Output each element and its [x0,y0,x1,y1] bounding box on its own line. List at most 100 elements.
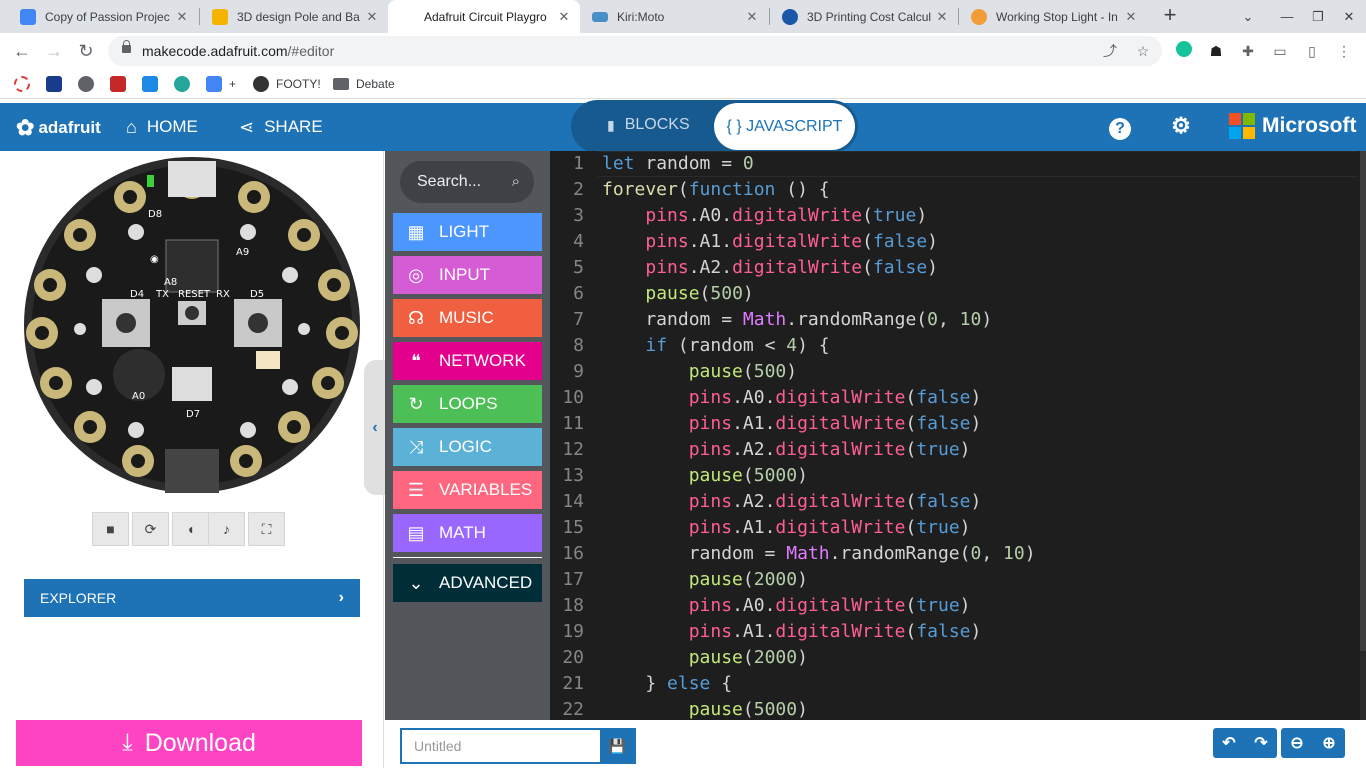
adafruit-logo[interactable]: ✿ adafruit [16,113,101,143]
code-line[interactable]: random = Math.randomRange(0, 10) [602,307,992,333]
zoom-in-icon[interactable]: ⊕ [1313,728,1345,758]
restore-icon[interactable]: ❐ [1301,0,1335,33]
menu-icon[interactable]: ⋮ [1334,41,1354,61]
category-input[interactable]: ◎ INPUT [393,256,542,294]
code-line[interactable]: forever(function () { [602,177,830,203]
forward-icon[interactable]: → [42,39,66,63]
restart-icon[interactable]: ⟳ [132,512,169,546]
share-icon[interactable]: ⤴ [1101,42,1119,60]
download-button[interactable]: ⤓ Download [16,720,362,766]
category-light[interactable]: ▦ LIGHT [393,213,542,251]
close-icon[interactable]: ✕ [1123,9,1139,25]
close-icon[interactable]: ✕ [174,9,190,25]
bookmark-folder-debate[interactable]: Debate [333,76,395,92]
redo-icon[interactable]: ↷ [1245,728,1277,758]
close-window-icon[interactable]: ✕ [1332,0,1366,33]
code-line[interactable]: pins.A0.digitalWrite(true) [602,593,971,619]
bookmark-item[interactable] [110,76,133,92]
code-line[interactable]: if (random < 4) { [602,333,829,359]
code-line[interactable]: pause(500) [602,359,797,385]
browser-tab[interactable]: Copy of Passion Projec ✕ [8,0,198,33]
category-math[interactable]: ▤ MATH [393,514,542,552]
reload-icon[interactable]: ↻ [74,39,98,63]
category-variables[interactable]: ☰ VARIABLES [393,471,542,509]
code-line[interactable]: pause(5000) [602,463,808,489]
bookmark-item[interactable] [14,76,37,92]
back-icon[interactable]: ← [10,39,34,63]
blocks-tab[interactable]: ▮ BLOCKS [607,116,690,134]
undo-icon[interactable]: ↶ [1213,728,1245,758]
tab-search-icon[interactable]: ⌄ [1231,0,1265,33]
editor-scrollbar[interactable] [1360,151,1366,720]
browser-tab[interactable]: Working Stop Light - In ✕ [959,0,1147,33]
close-icon[interactable]: ✕ [364,9,380,25]
browser-tab[interactable]: 3D design Pole and Ba ✕ [200,0,388,33]
code-line[interactable]: pins.A0.digitalWrite(true) [602,203,927,229]
code-line[interactable]: pause(2000) [602,567,808,593]
grammarly-icon[interactable] [1174,41,1194,61]
code-line[interactable]: pause(2000) [602,645,808,671]
browser-tab[interactable]: 3D Printing Cost Calcul ✕ [770,0,958,33]
omnibox[interactable]: makecode.adafruit.com/#editor ⤴ ☆ [108,36,1162,66]
code-line[interactable]: pins.A2.digitalWrite(false) [602,255,938,281]
cast-icon[interactable]: ▭ [1270,41,1290,61]
volume-icon[interactable]: ♪ [208,512,245,546]
category-advanced[interactable]: ⌄ ADVANCED [393,564,542,602]
toolbox: Search... ⌕ ▦ LIGHT ◎ INPUT ☊ MUSIC ❝ NETWOR… [385,151,550,720]
code-line[interactable]: pins.A1.digitalWrite(false) [602,229,938,255]
code-line[interactable]: pins.A2.digitalWrite(true) [602,437,971,463]
code-line[interactable]: pins.A0.digitalWrite(false) [602,385,982,411]
code-line[interactable]: pause(500) [602,281,753,307]
category-music[interactable]: ☊ MUSIC [393,299,542,337]
bookmark-item[interactable] [142,76,165,92]
zoom-out-icon[interactable]: ⊖ [1281,728,1313,758]
close-icon[interactable]: ✕ [556,9,572,25]
bookmark-item[interactable] [206,76,229,92]
code-line[interactable]: random = Math.randomRange(0, 10) [602,541,1036,567]
code-line[interactable]: pins.A1.digitalWrite(false) [602,411,982,437]
share-button[interactable]: ⋖ SHARE [239,115,323,139]
code-line[interactable]: } else { [602,671,732,697]
circuit-playground-board[interactable]: ◉ A9 D4 TX RESET RX D5 A8 D8 A0 D7 [24,157,360,493]
settings-gear-icon[interactable]: ⚙ [1169,114,1193,138]
help-icon[interactable]: ? [1108,114,1132,140]
bookmark-footy[interactable]: FOOTY! [253,76,321,92]
save-icon[interactable]: 💾 [600,730,634,762]
explorer-button[interactable]: EXPLORER › [24,579,360,617]
code-line[interactable]: pause(5000) [602,697,808,720]
code-line[interactable]: let random = 0 [602,151,754,177]
collapse-simulator-button[interactable]: ‹ [364,360,386,495]
bookmark-star-icon[interactable]: ☆ [1134,42,1152,60]
bookmark-item[interactable] [78,76,101,92]
code-line[interactable]: pins.A2.digitalWrite(false) [602,489,982,515]
javascript-tab[interactable]: { } JAVASCRIPT [714,103,855,150]
code-line[interactable]: pins.A1.digitalWrite(true) [602,515,971,541]
code-line[interactable]: pins.A1.digitalWrite(false) [602,619,982,645]
browser-tab[interactable]: Kiri:Moto ✕ [580,0,768,33]
new-tab-icon[interactable]: + [1158,4,1182,28]
svg-text:D7: D7 [186,409,200,420]
bookmark-item[interactable] [46,76,69,92]
slow-motion-icon[interactable]: ◖ [172,512,209,546]
close-icon[interactable]: ✕ [934,9,950,25]
extensions-puzzle-icon[interactable]: ✚ [1238,41,1258,61]
category-logic[interactable]: ⤨ LOGIC [393,428,542,466]
extension-icon[interactable]: ☗ [1206,41,1226,61]
url-text[interactable]: makecode.adafruit.com/#editor [142,43,334,59]
side-panel-icon[interactable]: ▯ [1302,41,1322,61]
simulator-controls: ■ ⟳ ◖ [92,512,209,546]
close-icon[interactable]: ✕ [744,9,760,25]
category-loops[interactable]: ↻ LOOPS [393,385,542,423]
code-editor[interactable]: 1 let random = 0 2 forever(function () {3 p… [550,151,1366,720]
bookmark-item[interactable] [174,76,197,92]
minimize-icon[interactable]: — [1270,0,1304,33]
category-network[interactable]: ❝ NETWORK [393,342,542,380]
project-name-input[interactable] [402,730,601,762]
toolbox-search[interactable]: Search... ⌕ [400,161,534,203]
browser-tab-active[interactable]: Adafruit Circuit Playgro ✕ [388,0,580,33]
home-button[interactable]: ⌂ HOME [126,115,198,139]
microsoft-logo[interactable]: Microsoft [1229,113,1357,139]
bookmark-item[interactable]: + [229,76,236,92]
stop-icon[interactable]: ■ [92,512,129,546]
fullscreen-icon[interactable]: ⛶ [248,512,285,546]
